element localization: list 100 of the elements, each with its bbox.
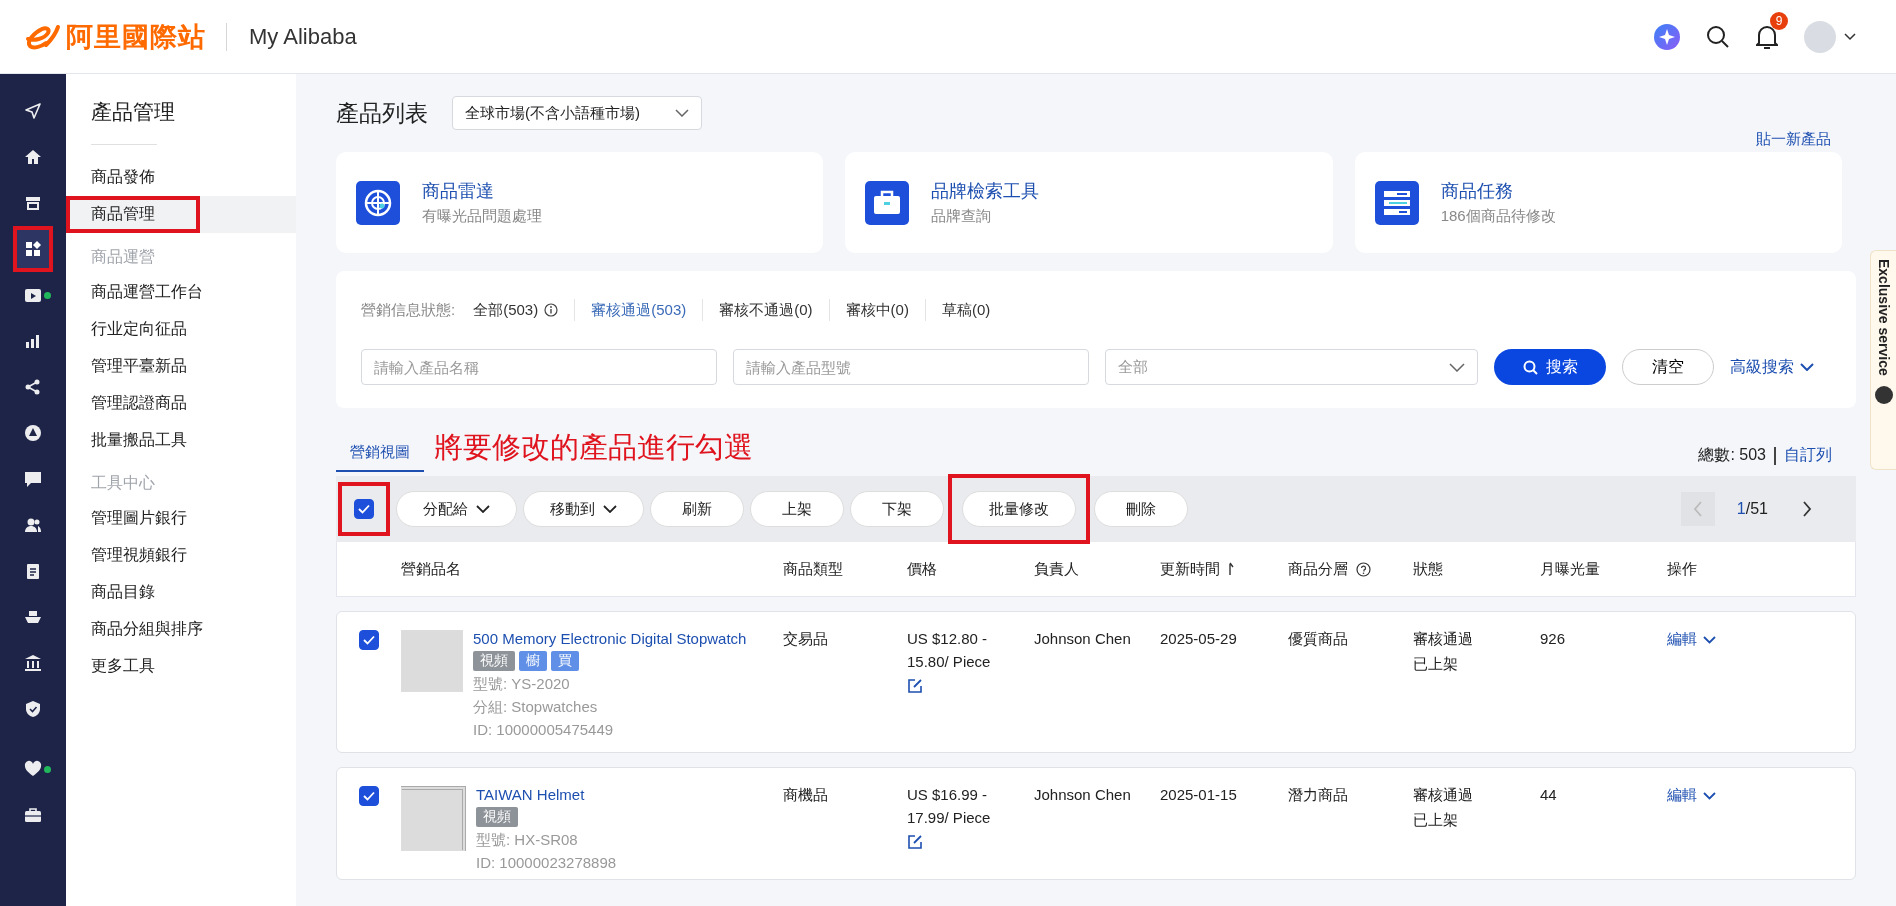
sidebar-item[interactable]: 商品運營工作台 [66, 274, 296, 311]
toolbar-button[interactable]: 移動到 [523, 491, 644, 527]
sidebar-item[interactable]: 商品目錄 [66, 574, 296, 611]
page-count: /51 [1745, 500, 1768, 517]
service-tab[interactable]: Exclusive service [1870, 250, 1896, 470]
chevron-down-icon [1703, 791, 1716, 800]
sidebar-item[interactable]: 管理平臺新品 [66, 348, 296, 385]
product-name-link[interactable]: 500 Memory Electronic Digital Stopwatch [473, 630, 747, 647]
card-title: 商品任務 [1440, 180, 1514, 203]
notification-badge: 9 [1770, 11, 1788, 30]
product-model-field[interactable]: 請輸入產品型號 [733, 349, 1089, 385]
row-checkbox[interactable] [359, 786, 379, 806]
users-icon [24, 516, 42, 534]
sidebar-item[interactable]: 更多工具 [66, 648, 296, 685]
product-detail: 分組: Stopwatches [473, 698, 599, 717]
chevron-right-icon [1802, 501, 1812, 517]
rail-item[interactable] [13, 226, 53, 272]
column-header: 營銷品名 [401, 559, 461, 579]
table-cell-text: 潛力商品 [1288, 786, 1349, 805]
clear-button[interactable]: 清空 [1622, 349, 1714, 385]
post-product-link[interactable]: 貼一新產品 [1756, 130, 1831, 149]
product-name-field[interactable]: 請輸入產品名稱 [361, 349, 717, 385]
chat-icon [24, 470, 42, 488]
sidebar-item[interactable]: 商品管理 [66, 196, 296, 233]
sidebar-item[interactable]: 管理圖片銀行 [66, 500, 296, 537]
sort-icon[interactable] [1228, 562, 1234, 576]
price-text: 15.80/ Piece [907, 653, 991, 670]
market-select[interactable]: 全球市場(不含小語種市場) [452, 96, 702, 130]
shortcut-card[interactable]: 商品雷達 有曝光品問題處理 [336, 152, 824, 253]
table-cell-text: 2025-01-15 [1160, 786, 1238, 805]
column-header[interactable]: 更新時間 [1160, 559, 1220, 579]
info-icon[interactable] [544, 303, 559, 317]
caret-icon[interactable] [1844, 32, 1856, 41]
search-button[interactable]: 搜索 [1494, 349, 1606, 385]
list-icon [1374, 180, 1419, 225]
toolbar-button[interactable]: 刷新 [650, 491, 744, 527]
filter-label: 營銷信息狀態: [361, 300, 456, 320]
table-cell-text: 44 [1540, 786, 1558, 805]
checkmark-icon [363, 635, 375, 645]
toolbar-button[interactable]: 刪除 [1094, 491, 1188, 527]
send-icon [24, 102, 42, 120]
bell-icon[interactable] [1756, 23, 1778, 50]
card-title: 商品雷達 [422, 180, 495, 203]
search-icon[interactable] [1706, 24, 1730, 49]
status-tab[interactable]: 審核中(0) [845, 300, 909, 320]
chevron-down-icon [1449, 362, 1465, 372]
price-text: 17.99/ Piece [907, 809, 991, 826]
sidebar-item[interactable]: 管理視頻銀行 [66, 537, 296, 574]
tag: 視頻 [473, 651, 515, 671]
status-text: 已上架 [1413, 655, 1458, 674]
status-tab[interactable]: 全部(503) [473, 300, 559, 320]
sidebar-item[interactable]: 商品發佈 [66, 159, 296, 196]
price-text: US $16.99 - [907, 786, 988, 803]
agent-avatar [1874, 385, 1893, 404]
shortcut-card[interactable]: 品牌檢索工具 品牌查詢 [845, 152, 1333, 253]
status-tab[interactable]: 審核不通過(0) [719, 300, 813, 320]
toolbar-button[interactable]: 上架 [750, 491, 844, 527]
chevron-down-icon [1800, 363, 1814, 371]
table-cell-text: 交易品 [783, 630, 829, 649]
table-cell-text: Johnson Chen [1034, 630, 1132, 649]
column-header: 商品類型 [783, 559, 843, 579]
edit-icon[interactable] [907, 678, 923, 694]
toolbar-button[interactable]: 下架 [850, 491, 944, 527]
chevron-left-icon [1692, 501, 1703, 517]
sidebar-item[interactable]: 管理認證商品 [66, 385, 296, 422]
column-header: 月曝光量 [1540, 559, 1600, 579]
chevron-down-icon [675, 109, 689, 117]
total-count: 總數: 503 [1698, 445, 1766, 465]
edit-dropdown-link[interactable]: 編輯 [1667, 786, 1716, 805]
section-heading: 商品運營 [90, 247, 156, 267]
view-tab[interactable]: 營銷視圖 [336, 443, 424, 472]
card-subtitle: 品牌查詢 [931, 207, 993, 226]
tag: 買 [551, 651, 579, 671]
toolbar-button[interactable]: 分配給 [396, 491, 517, 527]
column-header: 價格 [907, 559, 937, 579]
checkmark-icon [363, 791, 375, 801]
shortcut-card[interactable]: 商品任務 186個商品待修改 [1354, 152, 1842, 253]
sidebar-title: 產品管理 [90, 99, 176, 125]
product-detail: 型號: YS-2020 [473, 675, 571, 694]
product-name-link[interactable]: TAIWAN Helmet [476, 786, 617, 803]
customize-columns-link[interactable]: 自訂列 [1784, 445, 1832, 466]
sparkle-icon[interactable] [1654, 23, 1680, 50]
advanced-search-link[interactable]: 高級搜索 [1730, 356, 1814, 378]
home-icon [24, 148, 42, 166]
edit-dropdown-link[interactable]: 編輯 [1667, 630, 1716, 649]
status-tab[interactable]: 草稿(0) [941, 300, 991, 320]
sidebar-item[interactable]: 商品分組與排序 [66, 611, 296, 648]
annotation-text: 將要修改的產品進行勾選 [434, 430, 753, 465]
sidebar-item[interactable]: 批量搬品工具 [66, 422, 296, 459]
status-text: 審核通過 [1413, 630, 1473, 649]
search-icon [1522, 359, 1538, 375]
toolbar-button[interactable]: 批量修改 [962, 491, 1076, 527]
status-tab[interactable]: 審核通過(503) [591, 300, 687, 320]
help-icon[interactable] [1356, 561, 1371, 577]
card-subtitle: 186個商品待修改 [1440, 207, 1556, 226]
edit-icon[interactable] [907, 834, 923, 850]
bank-icon [24, 654, 42, 672]
sidebar-item[interactable]: 行业定向征品 [66, 311, 296, 348]
row-checkbox[interactable] [359, 630, 379, 650]
select-all-checkbox[interactable] [354, 499, 374, 519]
